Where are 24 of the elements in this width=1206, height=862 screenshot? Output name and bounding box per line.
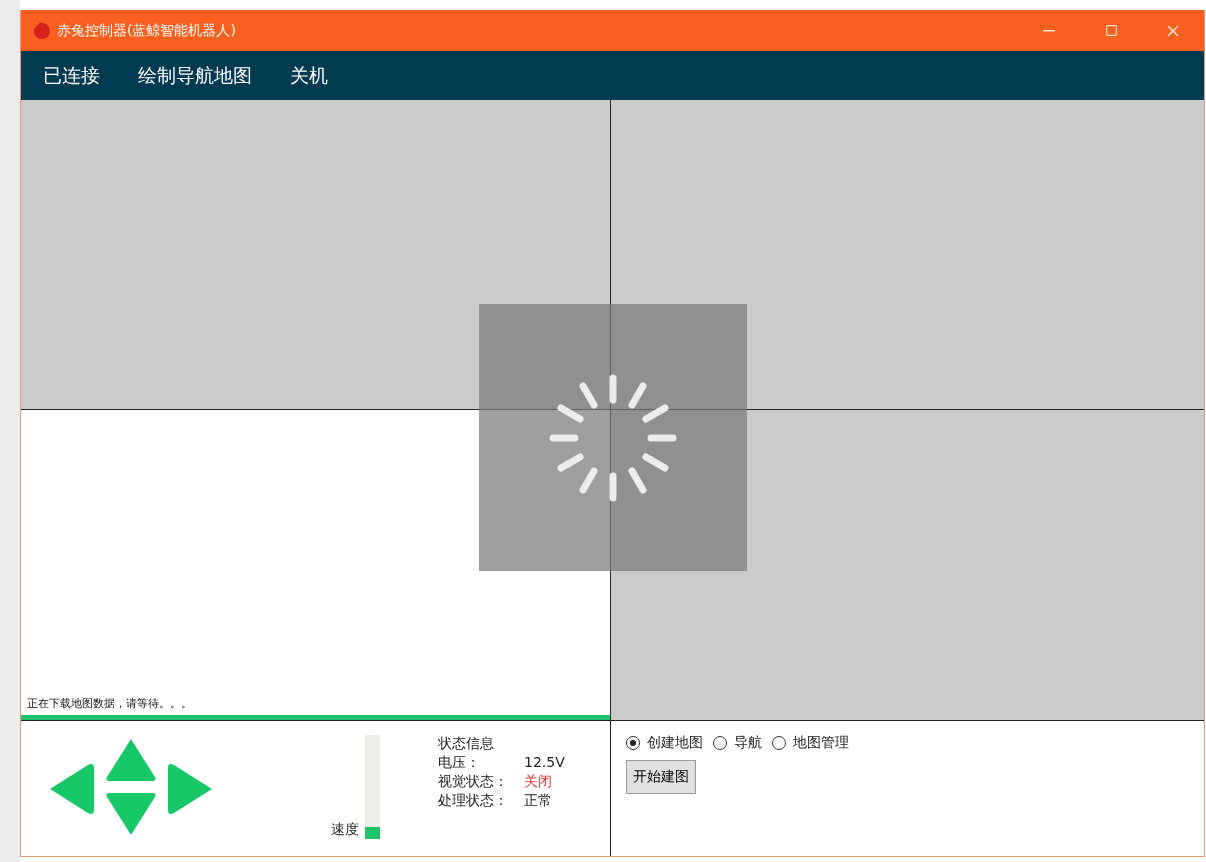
window-title: 赤兔控制器(蓝鲸智能机器人) <box>57 21 237 40</box>
up-arrow-button[interactable] <box>105 737 157 781</box>
menu-item[interactable]: 已连接 <box>35 62 108 89</box>
left-arrow-button[interactable] <box>48 763 94 816</box>
status-label: 电压： <box>438 754 481 772</box>
mode-radio[interactable]: 导航 <box>713 734 762 752</box>
status-value: 关闭 <box>524 773 552 791</box>
status-label: 处理状态： <box>438 792 509 810</box>
status-value: 正常 <box>524 792 552 810</box>
mode-radio[interactable]: 创建地图 <box>626 734 703 752</box>
mode-radio[interactable]: 地图管理 <box>772 734 849 752</box>
app-logo-icon <box>33 21 51 40</box>
status-message: 正在下载地图数据，请等待。。。 <box>26 696 193 712</box>
maximize-icon <box>1104 24 1118 37</box>
status-label: 视觉状态： <box>438 773 509 791</box>
right-arrow-button[interactable] <box>168 763 214 816</box>
down-arrow-button[interactable] <box>105 793 157 837</box>
minimize-icon <box>1043 29 1055 32</box>
speed-label: 速度 <box>331 821 359 839</box>
start-mapping-button[interactable]: 开始建图 <box>626 760 696 794</box>
status-value: 12.5V <box>524 754 565 772</box>
menu-item[interactable]: 关机 <box>282 62 336 89</box>
menu-item[interactable]: 绘制导航地图 <box>130 62 260 89</box>
status-title: 状态信息 <box>438 735 495 753</box>
